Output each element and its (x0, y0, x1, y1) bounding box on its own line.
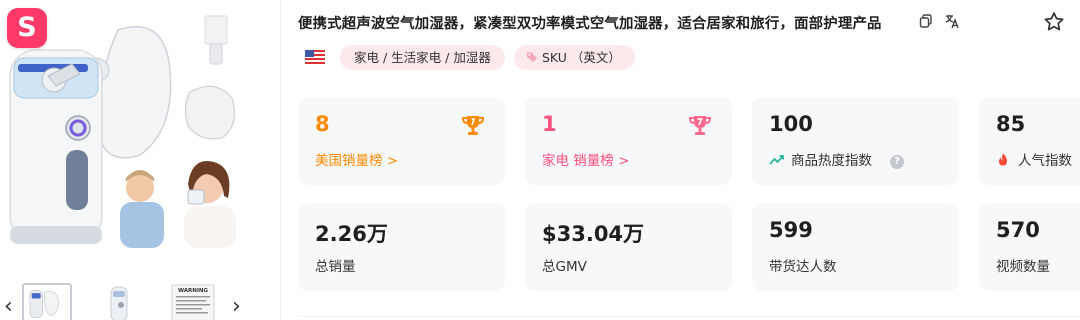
thumbnail-warning-text: WARNING (178, 288, 209, 294)
favorite-star-icon[interactable] (1042, 10, 1066, 34)
brand-logo-badge: S (7, 8, 47, 48)
creators-count-value: 599 (769, 218, 813, 242)
section-divider (298, 316, 1080, 317)
category-sales-rank-card[interactable]: 1 家电 销量榜 > (525, 97, 732, 185)
total-sales-label: 总销量 (315, 259, 356, 275)
gallery-next-arrow[interactable]: › (232, 296, 241, 318)
heat-index-label-row: 商品热度指数? (769, 149, 904, 169)
popularity-index-label-row: 人气指数 (996, 149, 1072, 169)
product-gallery: S ‹ WARNING › (0, 0, 280, 320)
category-rank-label[interactable]: 家电 销量榜 > (542, 149, 629, 169)
gallery-thumbnail-2[interactable] (95, 283, 145, 320)
total-gmv-value: $33.04万 (542, 222, 645, 246)
heat-index-label: 商品热度指数 (791, 153, 872, 169)
total-sales-card: 2.26万 总销量 (298, 203, 505, 291)
sku-tag-label: SKU （英文） (542, 50, 621, 65)
video-count-card: 570 视频数量 (979, 203, 1080, 291)
gallery-thumbnail-3[interactable]: WARNING (168, 283, 218, 320)
total-sales-value: 2.26万 (315, 222, 388, 246)
us-rank-label[interactable]: 美国销量榜 > (315, 149, 398, 169)
copy-icon[interactable] (918, 13, 934, 29)
creators-count-label: 带货达人数 (769, 259, 837, 275)
us-flag-icon (305, 50, 325, 64)
heat-index-value: 100 (769, 112, 813, 136)
tag-icon (527, 52, 537, 62)
product-title: 便携式超声波空气加湿器，紧凑型双功率模式空气加湿器，适合居家和旅行，面部护理产品 (298, 16, 882, 32)
translate-icon[interactable] (944, 13, 960, 29)
popularity-index-value: 85 (996, 112, 1026, 136)
video-count-label: 视频数量 (996, 259, 1050, 275)
category-tag[interactable]: 家电 / 生活家电 / 加湿器 (340, 45, 505, 70)
total-gmv-label: 总GMV (542, 259, 587, 275)
popularity-index-label: 人气指数 (1018, 153, 1072, 169)
title-actions (918, 13, 960, 29)
popularity-index-card: 85 人气指数 (979, 97, 1080, 185)
help-icon[interactable]: ? (890, 155, 904, 169)
heat-index-card: 100 商品热度指数? (752, 97, 959, 185)
sku-tag[interactable]: SKU （英文） (514, 45, 635, 70)
us-rank-value: 8 (315, 112, 330, 136)
trophy-icon (688, 116, 712, 135)
gallery-prev-arrow[interactable]: ‹ (4, 296, 13, 318)
trend-up-icon (769, 155, 784, 165)
column-divider (280, 0, 281, 320)
gallery-thumbnail-1[interactable] (22, 283, 72, 320)
trophy-icon (461, 116, 485, 135)
fire-icon (999, 153, 1007, 166)
total-gmv-card: $33.04万 总GMV (525, 203, 732, 291)
us-sales-rank-card[interactable]: 8 美国销量榜 > (298, 97, 505, 185)
creators-count-card: 599 带货达人数 (752, 203, 959, 291)
video-count-value: 570 (996, 218, 1040, 242)
category-rank-value: 1 (542, 112, 557, 136)
